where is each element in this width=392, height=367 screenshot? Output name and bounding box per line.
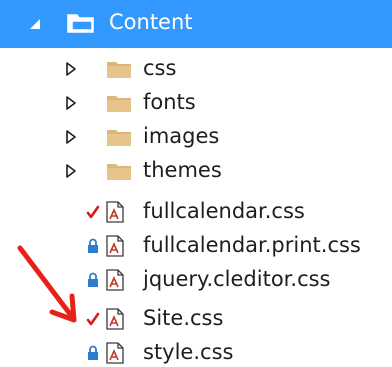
red-arrow-icon	[17, 245, 77, 323]
solution-explorer-tree: Content css fonts images themes fullcale…	[0, 0, 392, 367]
